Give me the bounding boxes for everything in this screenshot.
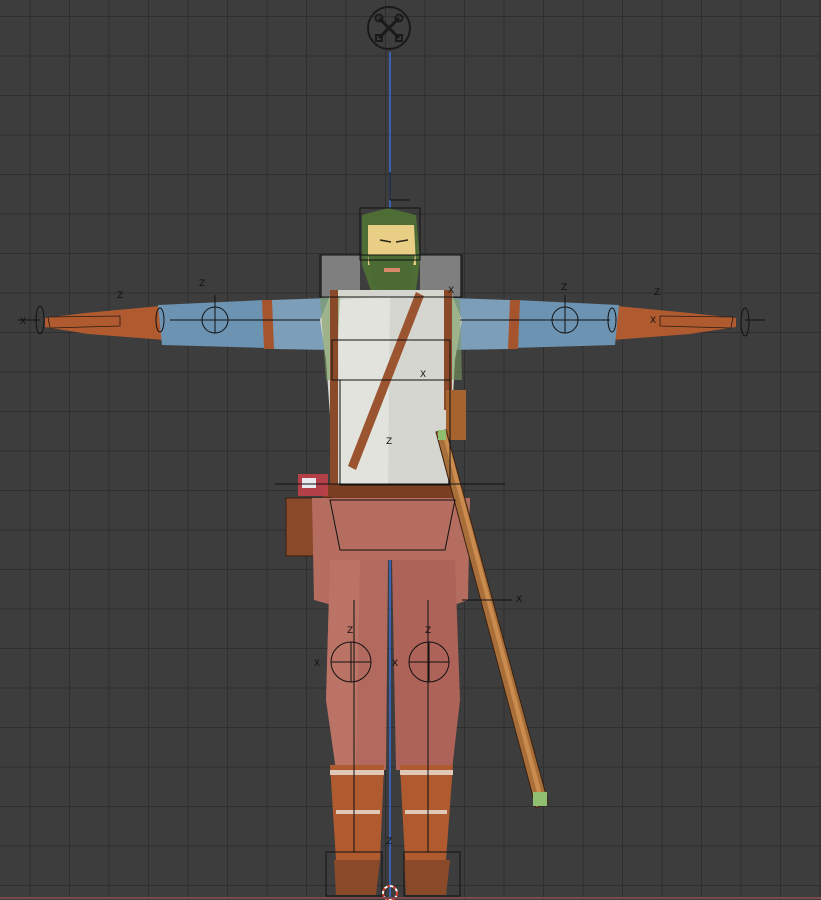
scene-canvas[interactable]: Z Z X X Z Z X X X Z Z Z Z X X (0, 0, 821, 900)
svg-text:X: X (420, 370, 426, 380)
3d-viewport[interactable]: Z Z X X Z Z X X X Z Z Z Z X X (0, 0, 821, 900)
svg-text:Z: Z (425, 626, 431, 636)
right-arm[interactable] (450, 298, 736, 350)
svg-text:X: X (650, 316, 656, 326)
left-arm[interactable] (45, 298, 332, 350)
svg-text:Z: Z (347, 626, 353, 636)
svg-text:Z: Z (386, 437, 392, 447)
svg-text:Z: Z (199, 279, 205, 289)
svg-text:X: X (314, 659, 320, 669)
svg-text:X: X (516, 595, 522, 605)
svg-text:X: X (392, 659, 398, 669)
character-head[interactable] (322, 208, 460, 300)
svg-text:Z: Z (654, 288, 660, 298)
character-torso[interactable] (320, 290, 462, 485)
svg-text:Z: Z (117, 291, 123, 301)
svg-text:Z: Z (386, 837, 392, 847)
svg-text:Z: Z (561, 283, 567, 293)
svg-text:X: X (448, 286, 454, 296)
character-boots[interactable] (330, 765, 453, 895)
svg-text:X: X (20, 317, 26, 327)
character-trousers[interactable] (312, 498, 470, 770)
